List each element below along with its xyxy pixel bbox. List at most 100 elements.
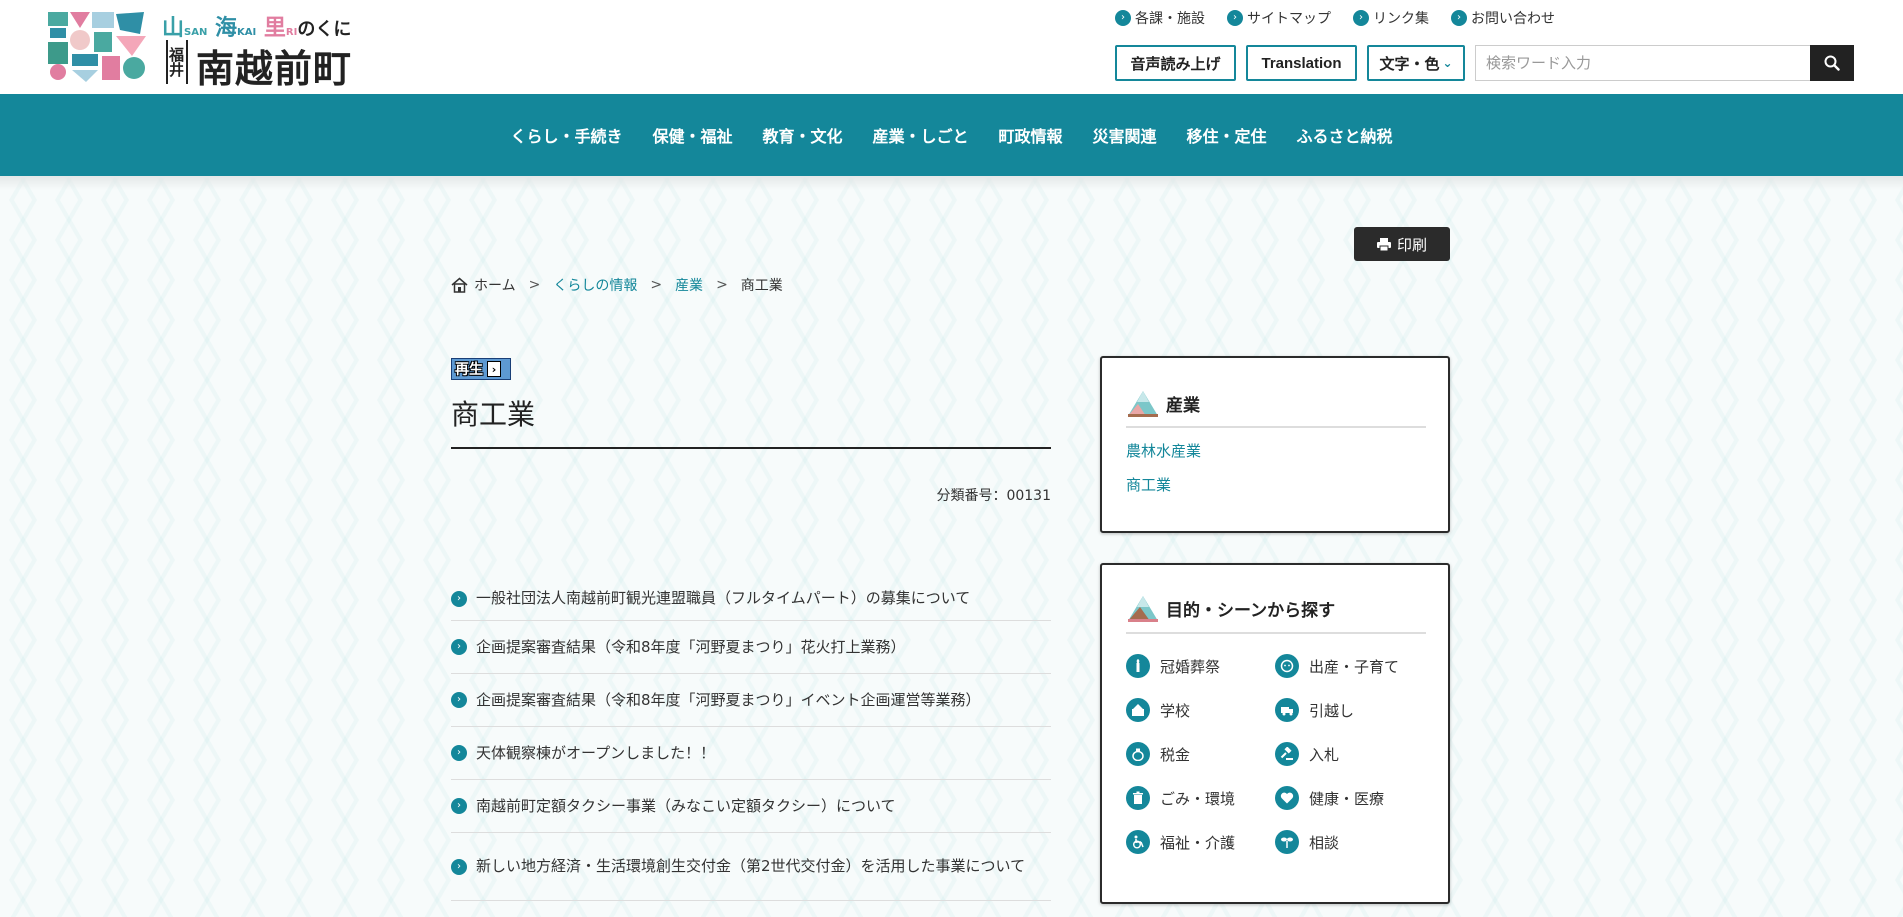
scene-childbirth[interactable]: 出産・子育て bbox=[1275, 654, 1399, 678]
util-link-departments[interactable]: › 各課・施設 bbox=[1115, 8, 1205, 28]
scene-garbage[interactable]: ごみ・環境 bbox=[1126, 786, 1235, 810]
sidebar-industry-heading: 産業 bbox=[1126, 388, 1200, 418]
scene-health[interactable]: 健康・医療 bbox=[1275, 786, 1384, 810]
list-item[interactable]: › 企画提案審査結果（令和8年度「河野夏まつり」花火打上業務） bbox=[451, 621, 1051, 674]
gnav-item-government[interactable]: 町政情報 bbox=[984, 123, 1078, 147]
scene-label: 健康・医療 bbox=[1309, 789, 1385, 808]
print-button[interactable]: 印刷 bbox=[1354, 227, 1450, 261]
home-icon bbox=[451, 277, 468, 293]
wheelchair-icon bbox=[1126, 830, 1150, 854]
breadcrumb-home[interactable]: ホーム bbox=[474, 275, 516, 295]
util-link-label: お問い合わせ bbox=[1471, 11, 1555, 27]
site-logo[interactable]: 山SAN 海KAI 里RIのくに 福井 南越前町 bbox=[46, 10, 366, 91]
scene-label: 税金 bbox=[1160, 745, 1191, 764]
scene-label: 相談 bbox=[1309, 833, 1340, 852]
gnav-item-education[interactable]: 教育・文化 bbox=[747, 123, 857, 147]
money-bag-icon bbox=[1126, 742, 1150, 766]
audio-play-button[interactable]: 再生 › bbox=[451, 358, 511, 380]
classification-number: 分類番号：00131 bbox=[936, 488, 1051, 504]
chevron-right-icon: › bbox=[451, 692, 467, 708]
breadcrumb-current: 商工業 bbox=[740, 278, 783, 294]
breadcrumb-industry[interactable]: 産業 bbox=[675, 275, 703, 295]
scene-bidding[interactable]: 入札 bbox=[1275, 742, 1339, 766]
breadcrumb: ホーム > くらしの情報 > 産業 > 商工業 bbox=[451, 275, 783, 295]
print-label: 印刷 bbox=[1396, 235, 1427, 254]
sidebar-rule bbox=[1126, 426, 1426, 428]
chevron-right-icon: › bbox=[451, 798, 467, 814]
util-link-contact[interactable]: › お問い合わせ bbox=[1451, 8, 1555, 28]
article-title: 企画提案審査結果（令和8年度「河野夏まつり」花火打上業務） bbox=[476, 637, 906, 656]
play-label: 再生 bbox=[455, 362, 483, 378]
scene-tax[interactable]: 税金 bbox=[1126, 742, 1190, 766]
scene-school[interactable]: 学校 bbox=[1126, 698, 1190, 722]
heart-icon bbox=[1275, 786, 1299, 810]
printer-icon bbox=[1376, 237, 1391, 251]
sidebar-link-commerce[interactable]: 商工業 bbox=[1126, 474, 1171, 495]
gnav-item-industry[interactable]: 産業・しごと bbox=[857, 123, 983, 147]
gnav-item-health[interactable]: 保健・福祉 bbox=[637, 123, 747, 147]
article-title: 企画提案審査結果（令和8年度「河野夏まつり」イベント企画運営等業務） bbox=[476, 690, 981, 709]
translation-button[interactable]: Translation bbox=[1246, 45, 1357, 81]
text-color-label: 文字・色 bbox=[1379, 55, 1440, 73]
scene-label: 入札 bbox=[1309, 745, 1340, 764]
util-link-links[interactable]: › リンク集 bbox=[1353, 8, 1429, 28]
global-nav: くらし・手続き 保健・福祉 教育・文化 産業・しごと 町政情報 災害関連 移住・… bbox=[0, 94, 1903, 176]
gnav-item-living[interactable]: くらし・手続き bbox=[495, 123, 637, 147]
logo-tag-san: 山 bbox=[162, 16, 185, 41]
logo-prefecture: 福井 bbox=[166, 40, 188, 84]
scene-ceremonies[interactable]: 冠婚葬祭 bbox=[1126, 654, 1220, 678]
voice-reader-button[interactable]: 音声読み上げ bbox=[1115, 45, 1236, 81]
logo-tag-san-ruby: SAN bbox=[184, 27, 208, 38]
scene-consultation[interactable]: 相談 bbox=[1275, 830, 1339, 854]
logo-tag-suffix: のくに bbox=[297, 19, 352, 40]
mountain-icon bbox=[1128, 391, 1158, 417]
util-link-label: サイトマップ bbox=[1247, 11, 1331, 27]
util-link-sitemap[interactable]: › サイトマップ bbox=[1227, 8, 1331, 28]
breadcrumb-living-info[interactable]: くらしの情報 bbox=[553, 275, 637, 295]
list-item[interactable]: › 南越前町定額タクシー事業（みなこい定額タクシー）について bbox=[451, 780, 1051, 833]
scene-welfare[interactable]: 福祉・介護 bbox=[1126, 830, 1235, 854]
trash-icon bbox=[1126, 786, 1150, 810]
sidebar-link-agriculture[interactable]: 農林水産業 bbox=[1126, 440, 1201, 461]
sidebar-rule bbox=[1126, 632, 1426, 634]
util-link-label: 各課・施設 bbox=[1135, 11, 1205, 27]
truck-icon bbox=[1275, 698, 1299, 722]
play-arrow-icon: › bbox=[487, 361, 501, 377]
scene-label: 冠婚葬祭 bbox=[1160, 657, 1221, 676]
candle-icon bbox=[1126, 654, 1150, 678]
scene-moving[interactable]: 引越し bbox=[1275, 698, 1354, 722]
sidebar-scenes-box: 目的・シーンから探す 冠婚葬祭 出産・子育て 学校 引越し 税金 入札 ごみ・環… bbox=[1100, 563, 1450, 904]
sidebar-scenes-title: 目的・シーンから探す bbox=[1166, 600, 1336, 621]
logo-tag-kai-ruby: KAI bbox=[237, 27, 257, 38]
chevron-right-icon: › bbox=[1115, 10, 1131, 26]
article-title: 新しい地方経済・生活環境創生交付金（第2世代交付金）を活用した事業について bbox=[476, 857, 1026, 875]
chevron-right-icon: › bbox=[1227, 10, 1243, 26]
sidebar-scenes-heading: 目的・シーンから探す bbox=[1126, 593, 1335, 623]
chevron-right-icon: › bbox=[1353, 10, 1369, 26]
site-header: 山SAN 海KAI 里RIのくに 福井 南越前町 › 各課・施設 › サイトマップ … bbox=[0, 0, 1903, 94]
chevron-right-icon: › bbox=[1451, 10, 1467, 26]
list-item[interactable]: › 企画提案審査結果（令和8年度「河野夏まつり」イベント企画運営等業務） bbox=[451, 674, 1051, 727]
page-title: 商工業 bbox=[451, 398, 536, 431]
article-title: 南越前町定額タクシー事業（みなこい定額タクシー）について bbox=[476, 796, 896, 815]
article-list: › 一般社団法人南越前町観光連盟職員（フルタイムパート）の募集について › 企画提案… bbox=[451, 577, 1051, 901]
logo-town-name: 南越前町 bbox=[196, 47, 353, 91]
list-item[interactable]: › 一般社団法人南越前町観光連盟職員（フルタイムパート）の募集について bbox=[451, 577, 1051, 621]
scene-label: 引越し bbox=[1309, 701, 1355, 720]
gnav-item-migration[interactable]: 移住・定住 bbox=[1172, 123, 1282, 147]
scene-label: 出産・子育て bbox=[1309, 657, 1400, 676]
nav-shadow bbox=[0, 176, 1903, 190]
gnav-item-disaster[interactable]: 災害関連 bbox=[1078, 123, 1172, 147]
search-input[interactable] bbox=[1475, 45, 1811, 81]
mountain-icon bbox=[1128, 596, 1158, 622]
chevron-right-icon: › bbox=[451, 858, 467, 875]
school-icon bbox=[1126, 698, 1150, 722]
gnav-item-furusato-tax[interactable]: ふるさと納税 bbox=[1282, 123, 1408, 147]
text-color-button[interactable]: 文字・色 ⌄ bbox=[1367, 45, 1465, 81]
list-item[interactable]: › 新しい地方経済・生活環境創生交付金（第2世代交付金）を活用した事業について bbox=[451, 833, 1051, 901]
sidebar-industry-box: 産業 農林水産業 商工業 bbox=[1100, 356, 1450, 533]
search-button[interactable] bbox=[1810, 45, 1854, 81]
title-divider bbox=[451, 447, 1051, 449]
list-item[interactable]: › 天体観察棟がオープンしました！！ bbox=[451, 727, 1051, 780]
chevron-right-icon: › bbox=[451, 639, 467, 655]
